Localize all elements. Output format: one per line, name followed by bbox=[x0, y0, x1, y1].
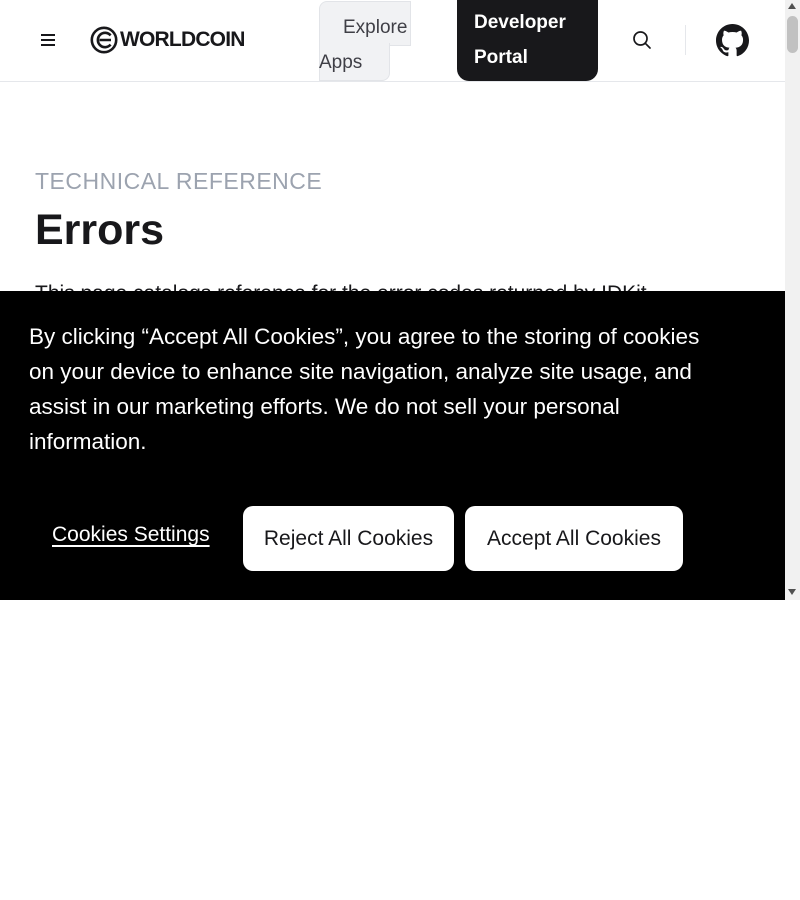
menu-icon-bar bbox=[41, 44, 55, 46]
header-divider bbox=[685, 25, 686, 55]
developer-portal-label: Developer Portal bbox=[474, 12, 566, 68]
accept-all-cookies-button[interactable]: Accept All Cookies bbox=[465, 506, 683, 571]
menu-icon bbox=[41, 34, 55, 36]
worldcoin-logo-icon bbox=[90, 26, 118, 54]
page-eyebrow: TECHNICAL REFERENCE bbox=[35, 168, 323, 194]
search-icon bbox=[633, 31, 651, 49]
github-icon bbox=[716, 24, 749, 57]
scroll-up-arrow-icon[interactable] bbox=[788, 3, 796, 9]
developer-portal-button[interactable]: Developer Portal bbox=[457, 0, 598, 81]
page-viewport: WORLDCOIN Explore Apps Developer Portal … bbox=[0, 0, 785, 600]
site-header: WORLDCOIN Explore Apps Developer Portal bbox=[0, 0, 785, 82]
explore-apps-button[interactable]: Explore Apps bbox=[319, 1, 411, 81]
search-button[interactable] bbox=[630, 28, 654, 52]
scrollbar-thumb[interactable] bbox=[787, 16, 798, 53]
worldcoin-logo[interactable]: WORLDCOIN bbox=[90, 26, 245, 54]
cookies-settings-link[interactable]: Cookies Settings bbox=[52, 523, 210, 547]
reject-all-cookies-button[interactable]: Reject All Cookies bbox=[243, 506, 454, 571]
scroll-down-arrow-icon[interactable] bbox=[788, 589, 796, 595]
vertical-scrollbar[interactable] bbox=[785, 0, 800, 600]
menu-icon-bar bbox=[41, 39, 55, 41]
explore-apps-label: Explore Apps bbox=[319, 17, 408, 73]
logo-text: WORLDCOIN bbox=[120, 28, 245, 51]
page-title: Errors bbox=[35, 206, 165, 254]
github-link[interactable] bbox=[716, 24, 749, 57]
cookie-banner-text: By clicking “Accept All Cookies”, you ag… bbox=[29, 324, 700, 454]
cookie-banner: By clicking “Accept All Cookies”, you ag… bbox=[0, 291, 785, 600]
menu-button[interactable] bbox=[37, 28, 59, 52]
